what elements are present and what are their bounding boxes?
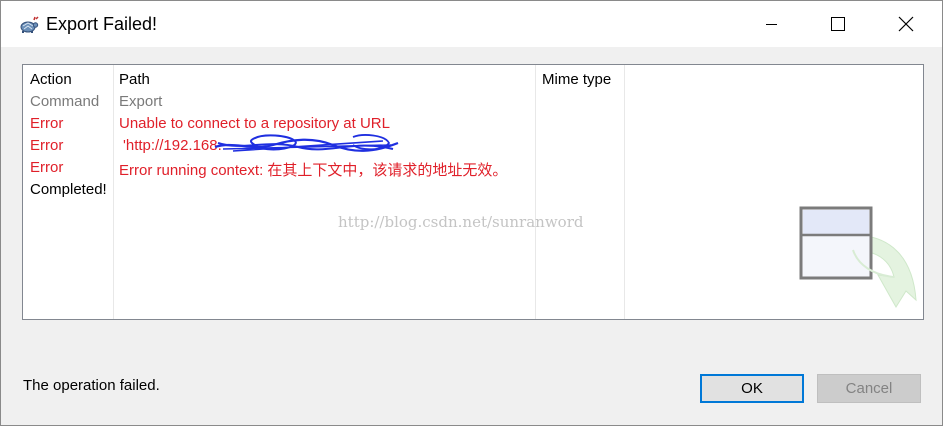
minimize-icon	[766, 24, 777, 25]
row-path[interactable]: Error running context: 在其上下文中，该请求的地址无效。	[119, 159, 507, 180]
close-button[interactable]	[883, 1, 929, 47]
column-header-mime-type[interactable]: Mime type	[542, 71, 611, 88]
title-bar[interactable]: Export Failed!	[1, 1, 942, 47]
maximize-icon	[831, 17, 845, 31]
row-action[interactable]: Command	[30, 93, 99, 110]
result-list[interactable]: Action Path Mime type Command Export Err…	[22, 64, 924, 320]
ok-button[interactable]: OK	[700, 374, 804, 403]
tortoise-svn-icon	[20, 16, 39, 33]
window-title: Export Failed!	[46, 14, 158, 34]
redaction-scribble	[214, 134, 399, 152]
column-header-path[interactable]: Path	[119, 71, 150, 88]
column-divider[interactable]	[535, 65, 536, 319]
cancel-button[interactable]: Cancel	[817, 374, 921, 403]
status-message: The operation failed.	[23, 377, 160, 394]
column-header-action[interactable]: Action	[30, 71, 72, 88]
row-action[interactable]: Completed!	[30, 181, 107, 198]
close-icon	[898, 16, 914, 32]
minimize-button[interactable]	[749, 1, 795, 47]
export-failed-dialog: Export Failed! Action Path Mime type Com…	[0, 0, 943, 426]
row-action[interactable]: Error	[30, 137, 63, 154]
column-divider[interactable]	[113, 65, 114, 319]
window-graphic-icon	[799, 206, 917, 308]
row-path[interactable]: 'http://192.168.	[123, 137, 222, 154]
watermark-text: http://blog.csdn.net/sunranword	[338, 213, 584, 231]
row-path[interactable]: Unable to connect to a repository at URL	[119, 115, 390, 132]
row-action[interactable]: Error	[30, 115, 63, 132]
row-action[interactable]: Error	[30, 159, 63, 176]
maximize-button[interactable]	[815, 1, 861, 47]
row-path[interactable]: Export	[119, 93, 162, 110]
column-divider[interactable]	[624, 65, 625, 319]
